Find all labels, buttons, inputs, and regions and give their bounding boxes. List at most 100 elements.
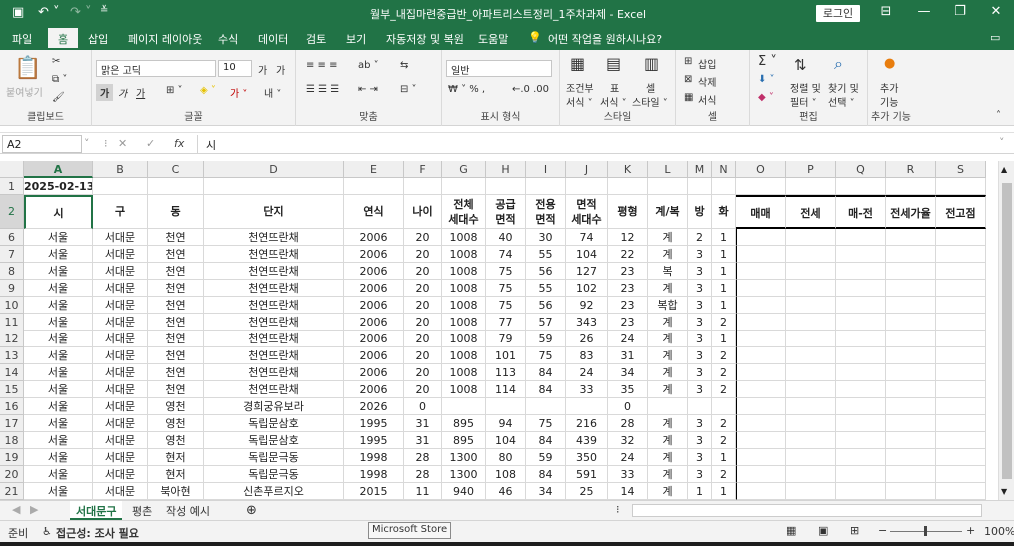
wrap-text-icon[interactable]: ⇆: [400, 60, 408, 71]
table-cell[interactable]: [712, 398, 736, 415]
table-cell[interactable]: 1995: [344, 432, 404, 449]
empty-cell[interactable]: [736, 280, 786, 297]
table-cell[interactable]: 2: [712, 314, 736, 331]
table-cell[interactable]: 23: [608, 263, 648, 280]
find-select-button[interactable]: 찾기 및: [828, 80, 859, 95]
table-cell[interactable]: 20: [404, 297, 442, 314]
table-cell[interactable]: 94: [486, 415, 526, 432]
empty-cell[interactable]: [736, 246, 786, 263]
table-cell[interactable]: 22: [608, 246, 648, 263]
table-cell[interactable]: 복: [648, 263, 688, 280]
empty-cell[interactable]: [786, 280, 836, 297]
table-cell[interactable]: 2: [712, 364, 736, 381]
table-cell[interactable]: 신촌푸르지오: [204, 483, 344, 500]
table-cell[interactable]: 74: [566, 229, 608, 246]
empty-cell[interactable]: [886, 280, 936, 297]
table-cell[interactable]: 1300: [442, 449, 486, 466]
delete-cells-icon[interactable]: ⊠: [684, 74, 692, 85]
table-cell[interactable]: 59: [526, 330, 566, 347]
insert-cells-button[interactable]: 삽입: [698, 56, 716, 71]
empty-cell[interactable]: [836, 398, 886, 415]
column-header[interactable]: B: [93, 161, 148, 178]
table-cell[interactable]: 0: [608, 398, 648, 415]
table-cell[interactable]: 서울: [24, 229, 93, 246]
empty-cell[interactable]: [886, 263, 936, 280]
table-cell[interactable]: 계: [648, 483, 688, 500]
table-cell[interactable]: 33: [608, 466, 648, 483]
table-cell[interactable]: 독립문극동: [204, 466, 344, 483]
column-header[interactable]: A: [24, 161, 93, 178]
table-cell[interactable]: [486, 398, 526, 415]
table-cell[interactable]: 천연뜨란채: [204, 314, 344, 331]
empty-cell[interactable]: [786, 347, 836, 364]
table-cell[interactable]: 895: [442, 432, 486, 449]
column-header[interactable]: C: [148, 161, 204, 178]
table-cell[interactable]: 3: [688, 263, 712, 280]
empty-cell[interactable]: [886, 466, 936, 483]
table-cell[interactable]: 계: [648, 229, 688, 246]
empty-cell[interactable]: [688, 178, 712, 195]
row-header[interactable]: 14: [0, 364, 24, 381]
column-header[interactable]: R: [886, 161, 936, 178]
clear-icon[interactable]: ◆ ˅: [758, 92, 774, 103]
table-cell[interactable]: 천연: [148, 314, 204, 331]
orientation-icon[interactable]: ab ˅: [358, 60, 379, 71]
table-cell[interactable]: 26: [566, 330, 608, 347]
font-size-select[interactable]: 10: [218, 60, 252, 77]
header-cell[interactable]: 면적 세대수: [566, 195, 608, 229]
table-cell[interactable]: 계: [648, 415, 688, 432]
empty-cell[interactable]: [836, 449, 886, 466]
name-box-dropdown-icon[interactable]: ˅: [84, 137, 90, 150]
table-cell[interactable]: 2026: [344, 398, 404, 415]
table-cell[interactable]: 20: [404, 381, 442, 398]
minimize-icon[interactable]: —: [914, 4, 934, 19]
header-cell[interactable]: 방: [688, 195, 712, 229]
cut-icon[interactable]: ✂: [52, 56, 60, 67]
table-cell[interactable]: 940: [442, 483, 486, 500]
row-header[interactable]: 1: [0, 178, 24, 195]
empty-cell[interactable]: [886, 314, 936, 331]
table-cell[interactable]: 104: [486, 432, 526, 449]
empty-cell[interactable]: [936, 330, 986, 347]
column-header[interactable]: J: [566, 161, 608, 178]
table-cell[interactable]: 서대문: [93, 466, 148, 483]
table-cell[interactable]: 서울: [24, 330, 93, 347]
addins-icon[interactable]: ●: [884, 56, 895, 71]
empty-cell[interactable]: [836, 178, 886, 195]
table-cell[interactable]: 1300: [442, 466, 486, 483]
row-header[interactable]: 8: [0, 263, 24, 280]
table-cell[interactable]: 서대문: [93, 398, 148, 415]
table-cell[interactable]: 서울: [24, 364, 93, 381]
empty-cell[interactable]: [886, 364, 936, 381]
tab-insert[interactable]: 삽입: [88, 31, 108, 47]
table-cell[interactable]: 56: [526, 263, 566, 280]
header-cell[interactable]: 계/복: [648, 195, 688, 229]
table-cell[interactable]: 31: [404, 432, 442, 449]
row-header[interactable]: 16: [0, 398, 24, 415]
comments-icon[interactable]: ▭: [990, 31, 1000, 44]
table-cell[interactable]: 2: [712, 466, 736, 483]
column-header[interactable]: P: [786, 161, 836, 178]
column-header[interactable]: S: [936, 161, 986, 178]
table-cell[interactable]: 서울: [24, 466, 93, 483]
column-header[interactable]: Q: [836, 161, 886, 178]
table-cell[interactable]: 1: [712, 330, 736, 347]
table-cell[interactable]: 1: [712, 449, 736, 466]
empty-cell[interactable]: [886, 483, 936, 500]
table-cell[interactable]: 1: [712, 246, 736, 263]
table-cell[interactable]: 서울: [24, 415, 93, 432]
table-cell[interactable]: 31: [608, 347, 648, 364]
table-cell[interactable]: 천연: [148, 229, 204, 246]
tab-review[interactable]: 검토: [306, 31, 326, 47]
header-cell[interactable]: 나이: [404, 195, 442, 229]
empty-cell[interactable]: [936, 178, 986, 195]
table-cell[interactable]: 천연: [148, 280, 204, 297]
row-header[interactable]: 7: [0, 246, 24, 263]
header-cell[interactable]: 전세가율: [886, 195, 936, 229]
table-cell[interactable]: 2006: [344, 381, 404, 398]
format-cells-button[interactable]: 서식: [698, 92, 716, 107]
table-cell[interactable]: 현저: [148, 466, 204, 483]
enter-icon[interactable]: ✓: [146, 137, 155, 150]
table-cell[interactable]: 114: [486, 381, 526, 398]
table-cell[interactable]: 12: [608, 229, 648, 246]
